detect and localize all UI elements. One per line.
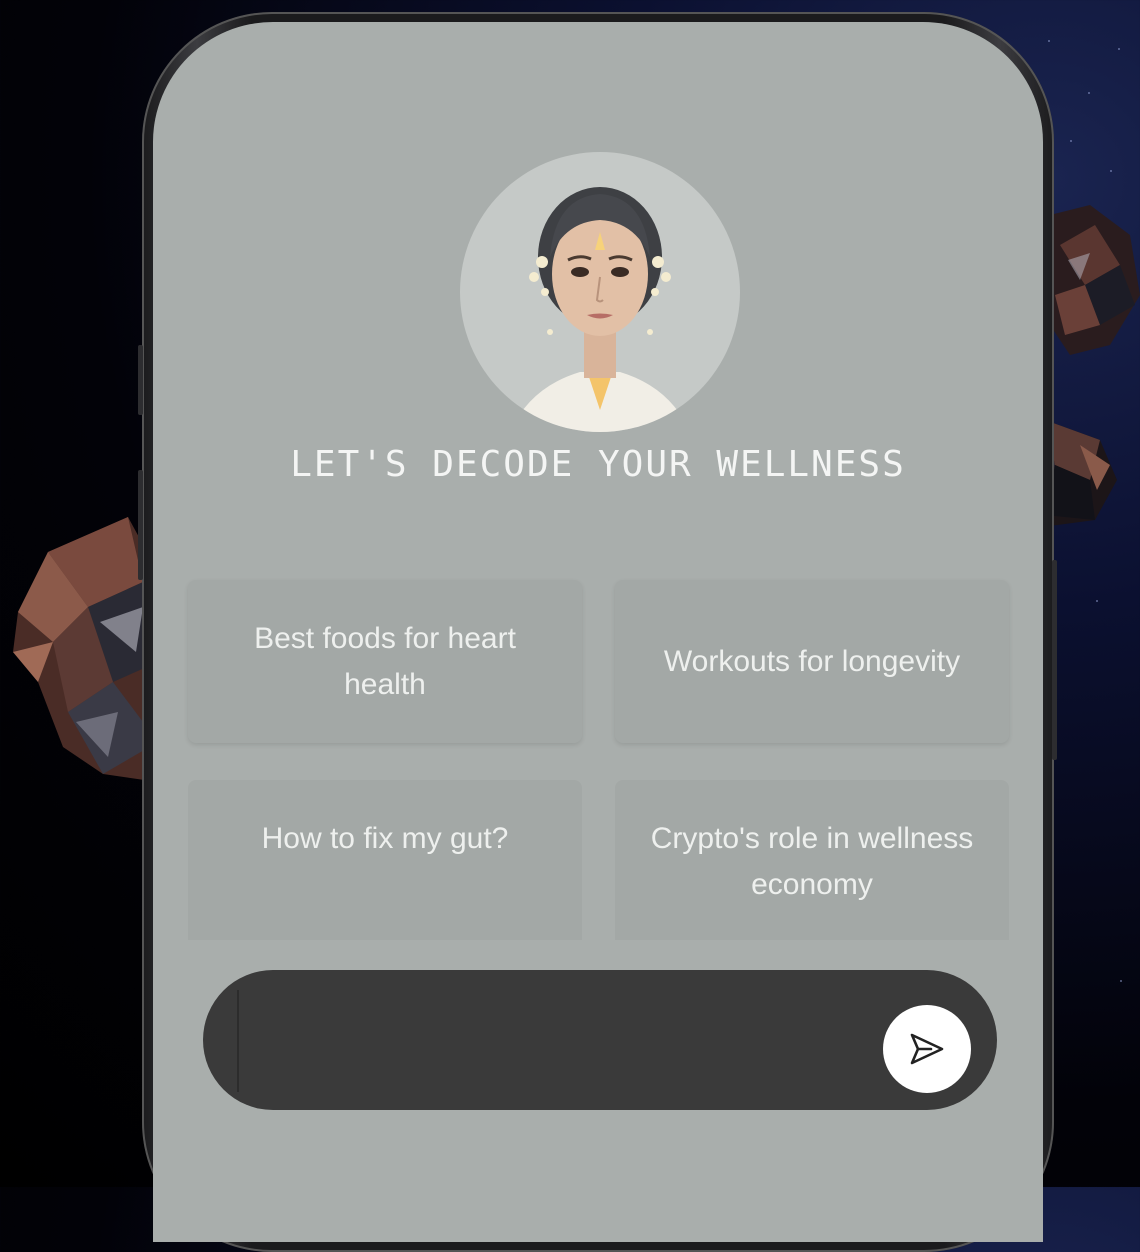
app-screen: LET'S DECODE YOUR WELLNESS Best foods fo… [153,22,1043,1242]
suggestion-label: Best foods for heart health [254,621,516,701]
crystal-decoration-left [13,517,158,782]
star-decoration [1120,980,1122,982]
star-decoration [1118,48,1120,50]
avatar [460,152,740,432]
star-decoration [1110,170,1112,172]
phone-side-button [138,345,143,415]
star-decoration [1088,92,1090,94]
phone-side-button [138,470,143,580]
send-icon [910,1033,944,1065]
suggestion-card-longevity[interactable]: Workouts for longevity [615,580,1009,743]
suggestion-label: Crypto's role in wellness economy [650,822,974,901]
chat-input-bar [203,970,997,1110]
chat-input[interactable] [237,990,875,1092]
suggestion-label: How to fix my gut? [261,822,509,855]
star-decoration [1096,600,1098,602]
star-decoration [1070,140,1072,142]
suggestion-card-gut[interactable]: How to fix my gut? [188,780,582,940]
send-button[interactable] [883,1005,971,1093]
page-title: LET'S DECODE YOUR WELLNESS [290,444,906,485]
crystal-decoration-right-top [1050,205,1140,355]
avatar-portrait-icon [510,187,690,432]
suggestion-card-heart-health[interactable]: Best foods for heart health [188,580,582,743]
suggestion-card-crypto[interactable]: Crypto's role in wellness economy [615,780,1009,940]
suggestion-label: Workouts for longevity [663,644,961,678]
star-decoration [1048,40,1050,42]
phone-side-button [1052,560,1057,760]
